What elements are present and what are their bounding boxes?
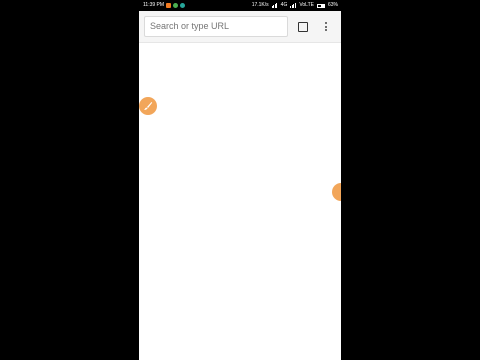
browser-toolbar: Search or type URL (139, 11, 341, 43)
floating-brush-bubble[interactable] (139, 97, 157, 115)
battery-percent: 63% (327, 2, 338, 8)
page-content (139, 43, 341, 360)
tab-switcher-icon (297, 21, 308, 32)
status-bar: 11:39 PM 17.1K/s 4G VoLTE 63% (139, 0, 341, 11)
volte-label: VoLTE (299, 2, 314, 8)
battery-icon (316, 3, 325, 8)
menu-dot (325, 21, 327, 24)
tab-switcher-button[interactable] (296, 20, 309, 33)
signal-icon-2 (290, 3, 296, 8)
brush-icon (144, 102, 153, 110)
status-time: 11:39 PM (143, 2, 165, 8)
status-right: 17.1K/s 4G VoLTE 63% (249, 0, 338, 11)
overflow-menu-button[interactable] (321, 20, 331, 33)
menu-dot (325, 25, 327, 28)
signal-icon (271, 3, 278, 8)
network-speed: 17.1K/s (251, 2, 269, 8)
search-input[interactable]: Search or type URL (144, 16, 288, 37)
status-left: 11:39 PM (143, 0, 186, 11)
phone-screen: 11:39 PM 17.1K/s 4G VoLTE 63% Search or … (139, 0, 341, 360)
network-type: 4G (280, 2, 288, 8)
orange-app-icon (166, 3, 172, 8)
battery-fill (320, 4, 325, 7)
green-app-icon (173, 3, 179, 8)
menu-dot (325, 29, 327, 32)
teal-app-icon (180, 3, 186, 8)
